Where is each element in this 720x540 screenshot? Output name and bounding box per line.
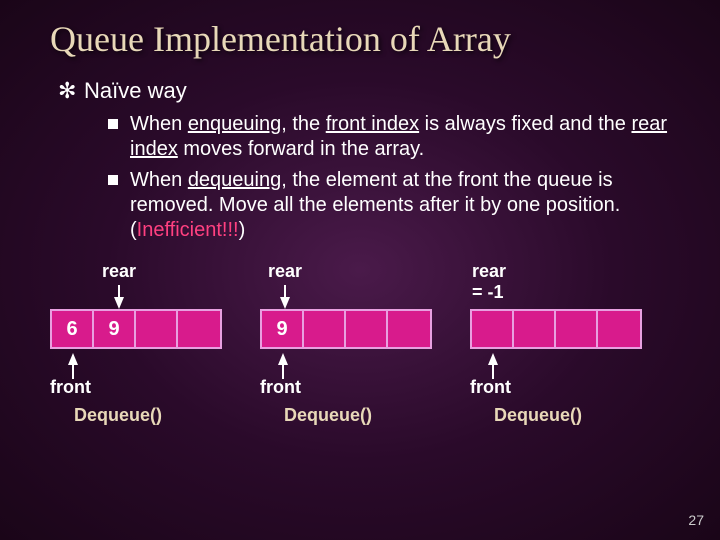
cell — [304, 311, 346, 347]
cell: 6 — [52, 311, 94, 347]
slide: Queue Implementation of Array ✻Naïve way… — [0, 0, 720, 426]
text: ) — [239, 219, 246, 241]
diagrams-row: rear 6 9 front Dequeue() rear 9 — [50, 261, 670, 426]
arrow-down-icon — [280, 297, 290, 309]
cell — [556, 311, 598, 347]
rear-label: rear = -1 — [472, 261, 506, 303]
text: , the — [281, 113, 325, 135]
bullet-dequeue: When dequeuing, the element at the front… — [108, 168, 670, 243]
cell — [346, 311, 388, 347]
text: When — [130, 113, 188, 135]
bullet-level1: ✻Naïve way — [58, 78, 670, 104]
page-title: Queue Implementation of Array — [50, 18, 670, 60]
text: is always fixed and the — [419, 113, 631, 135]
arrow-up-icon — [68, 353, 78, 365]
text-underline: enqueuing — [188, 113, 281, 135]
diagram-3: rear = -1 front Dequeue() — [470, 261, 670, 426]
arrow-down-icon — [114, 297, 124, 309]
bullet-text: When dequeuing, the element at the front… — [130, 168, 670, 243]
square-icon — [108, 175, 118, 185]
cell — [472, 311, 514, 347]
operation-label: Dequeue() — [74, 405, 162, 426]
diagram-2: rear 9 front Dequeue() — [260, 261, 440, 426]
cell — [136, 311, 178, 347]
bullet-enqueue: When enqueuing, the front index is alway… — [108, 112, 670, 162]
arrow-up-icon — [278, 353, 288, 365]
text: When — [130, 169, 188, 191]
front-label: front — [260, 377, 301, 398]
rear-label: rear — [268, 261, 302, 282]
text-underline: front index — [326, 113, 419, 135]
text-underline: dequeuing — [188, 169, 281, 191]
bullet-text: When enqueuing, the front index is alway… — [130, 112, 670, 162]
star-icon: ✻ — [58, 78, 84, 104]
cell — [598, 311, 640, 347]
cell — [388, 311, 430, 347]
cell: 9 — [94, 311, 136, 347]
level1-label: Naïve way — [84, 78, 187, 103]
front-label: front — [470, 377, 511, 398]
operation-label: Dequeue() — [284, 405, 372, 426]
cell: 9 — [262, 311, 304, 347]
text: moves forward in the array. — [178, 138, 424, 160]
diagram-1: rear 6 9 front Dequeue() — [50, 261, 230, 426]
square-icon — [108, 119, 118, 129]
cell — [514, 311, 556, 347]
array-cells: 6 9 — [50, 309, 222, 349]
array-cells: 9 — [260, 309, 432, 349]
array-cells — [470, 309, 642, 349]
text-red: Inefficient!!! — [137, 219, 239, 241]
cell — [178, 311, 220, 347]
arrow-up-icon — [488, 353, 498, 365]
page-number: 27 — [688, 512, 704, 528]
rear-label: rear — [102, 261, 136, 282]
operation-label: Dequeue() — [494, 405, 582, 426]
front-label: front — [50, 377, 91, 398]
